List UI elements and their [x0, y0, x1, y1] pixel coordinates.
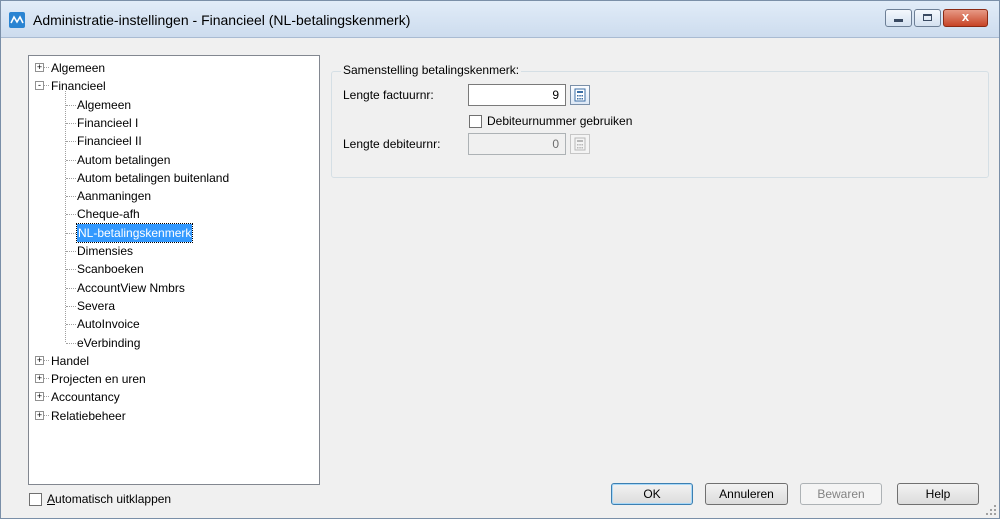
- lengte-debiteurnr-input[interactable]: 0: [468, 133, 566, 155]
- cancel-button[interactable]: Annuleren: [705, 483, 788, 505]
- lengte-factuurnr-input[interactable]: 9: [468, 84, 566, 106]
- calculator-icon: [574, 88, 586, 102]
- tree-guide-line: [66, 232, 76, 234]
- tree-guide-line: [66, 159, 76, 161]
- tree-item-label: AutoInvoice: [77, 317, 140, 332]
- tree-item-label: eVerbinding: [77, 335, 141, 350]
- close-button[interactable]: x: [943, 9, 988, 27]
- resize-grip-icon[interactable]: [985, 504, 997, 516]
- tree-item-label: Severa: [77, 298, 116, 313]
- tree-guide-line: [66, 104, 76, 106]
- tree-item-label-selected: NL-betalingskenmerk: [75, 222, 194, 243]
- tree-item-label: Handel: [51, 353, 90, 368]
- tree-item-label: Financieel: [51, 79, 106, 94]
- calculator-icon: [574, 137, 586, 151]
- expand-icon[interactable]: +: [35, 392, 44, 402]
- tree-guide-line: [66, 342, 76, 344]
- ok-button[interactable]: OK: [611, 483, 693, 505]
- tree-item-label: Relatiebeheer: [51, 408, 126, 423]
- calculator-button[interactable]: [570, 85, 590, 105]
- tree-guide-line: [66, 122, 76, 124]
- tree-item-label: Projecten en uren: [51, 372, 146, 387]
- tree-item-label: Scanboeken: [77, 262, 144, 277]
- tree-guide-line: [66, 324, 76, 326]
- close-icon: x: [961, 9, 970, 24]
- minimize-button[interactable]: [885, 9, 912, 27]
- help-button[interactable]: Help: [897, 483, 979, 505]
- auto-expand-label-mnemonic: A: [47, 492, 56, 506]
- lengte-factuurnr-label: Lengte factuurnr:: [343, 88, 434, 102]
- auto-expand-checkbox[interactable]: [29, 493, 42, 506]
- tree-item-label: Dimensies: [77, 244, 134, 258]
- tree-item-label: Autom betalingen: [77, 152, 171, 167]
- title-bar[interactable]: Administratie-instellingen - Financieel …: [1, 1, 999, 38]
- app-logo-icon: [9, 12, 25, 28]
- tree-guide-line: [66, 196, 76, 198]
- tree-guide-line: [44, 359, 49, 361]
- save-button[interactable]: Bewaren: [800, 483, 882, 505]
- tree-guide-line: [44, 396, 49, 398]
- tree-guide-line: [44, 67, 49, 68]
- tree-guide-line: [44, 378, 49, 380]
- window-title: Administratie-instellingen - Financieel …: [33, 12, 411, 28]
- auto-expand-label-text: utomatisch uitklappen: [55, 492, 172, 506]
- maximize-button[interactable]: [914, 9, 941, 27]
- tree-item-label: Financieel II: [77, 134, 142, 149]
- maximize-icon: [923, 14, 932, 21]
- tree-guide-line: [44, 85, 49, 87]
- tree-guide-line: [66, 251, 76, 252]
- collapse-icon[interactable]: -: [35, 81, 44, 91]
- group-title: Samenstelling betalingskenmerk:: [341, 63, 522, 77]
- tree-item-label: AccountView Nmbrs: [77, 280, 185, 295]
- lengte-debiteurnr-label: Lengte debiteurnr:: [343, 137, 441, 151]
- debiteurnummer-checkbox[interactable]: [469, 115, 482, 128]
- calculator-button-disabled[interactable]: [570, 134, 590, 154]
- expand-icon[interactable]: +: [35, 63, 44, 72]
- tree-item-label: Aanmaningen: [77, 189, 152, 204]
- auto-expand-label[interactable]: Automatisch uitklappen: [47, 492, 171, 506]
- expand-icon[interactable]: +: [35, 410, 44, 420]
- tree-guide-line: [66, 141, 76, 143]
- tree-guide-line: [66, 177, 76, 179]
- tree-guide-line: [66, 305, 76, 307]
- tree-guide-line: [66, 269, 76, 271]
- tree-guide-line: [66, 214, 76, 216]
- tree-guide-line: [65, 91, 66, 343]
- dialog-window: Administratie-instellingen - Financieel …: [0, 0, 1000, 519]
- tree-item-label: Autom betalingen buitenland: [77, 170, 230, 185]
- settings-tree[interactable]: + Algemeen - Financieel Algemeen Financieel I…: [28, 55, 320, 485]
- expand-icon[interactable]: +: [35, 355, 44, 365]
- tree-item-label: Algemeen: [77, 97, 132, 112]
- tree-item-label: Algemeen: [51, 61, 106, 75]
- tree-item-label: Cheque-afh: [77, 207, 140, 222]
- tree-guide-line: [44, 414, 49, 416]
- debiteurnummer-checkbox-label[interactable]: Debiteurnummer gebruiken: [487, 114, 632, 128]
- tree-guide-line: [66, 287, 76, 289]
- tree-item-label: Financieel I: [77, 115, 139, 130]
- minimize-icon: [894, 19, 903, 22]
- tree-item-label: Accountancy: [51, 390, 120, 405]
- expand-icon[interactable]: +: [35, 374, 44, 384]
